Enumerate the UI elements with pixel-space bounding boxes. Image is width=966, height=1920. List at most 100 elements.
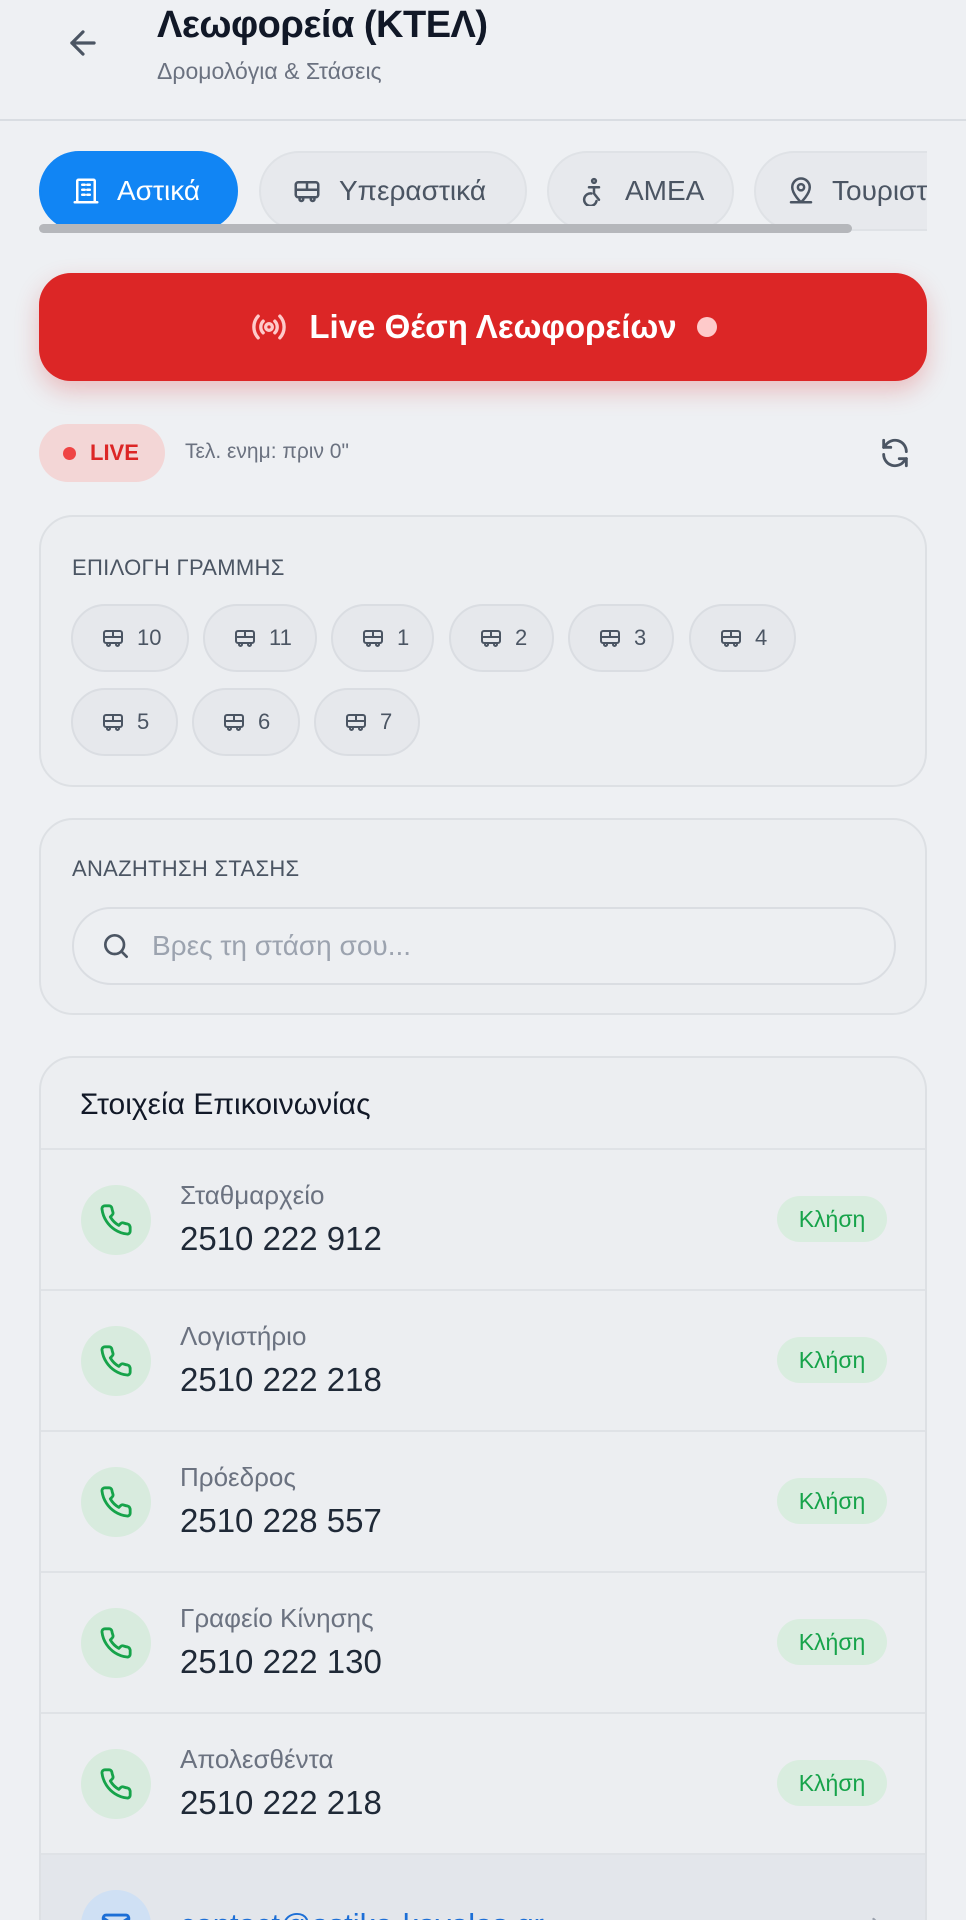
line-selection-label: ΕΠΙΛΟΓΗ ΓΡΑΜΜΗΣ xyxy=(72,555,285,580)
line-chip-1[interactable]: 1 xyxy=(331,604,434,672)
bus-icon xyxy=(103,630,123,647)
call-button[interactable]: Κλήση xyxy=(777,1619,887,1665)
building-icon xyxy=(73,178,99,204)
contact-label: Λογιστήριο xyxy=(180,1321,307,1351)
contact-label: Απολεσθέντα xyxy=(180,1744,334,1774)
page-subtitle: Δρομολόγια & Στάσεις xyxy=(157,58,382,84)
line-number: 7 xyxy=(380,709,393,734)
mail-icon xyxy=(101,1913,131,1920)
tab-yperastika[interactable]: Υπεραστικά xyxy=(259,151,527,231)
phone-icon xyxy=(100,1345,132,1377)
bus-icon xyxy=(294,181,320,203)
contact-label: Σταθμαρχείο xyxy=(180,1180,325,1210)
bus-icon xyxy=(103,714,123,731)
contact-number: 2510 222 912 xyxy=(180,1220,382,1257)
live-dot xyxy=(63,446,76,460)
tab-label: Τουριστ xyxy=(832,175,927,206)
broadcast-icon xyxy=(252,314,287,340)
bus-icon xyxy=(481,630,501,647)
live-button-label: Live Θέση Λεωφορείων xyxy=(309,308,677,345)
call-button[interactable]: Κλήση xyxy=(777,1760,887,1806)
stop-search-input[interactable] xyxy=(152,930,852,962)
line-number: 11 xyxy=(269,625,292,650)
tab-astika[interactable]: Αστικά xyxy=(39,151,238,231)
stop-search-label: ΑΝΑΖΗΤΗΣΗ ΣΤΑΣΗΣ xyxy=(72,856,300,881)
live-badge-label: LIVE xyxy=(90,440,139,465)
contact-label: Γραφείο Κίνησης xyxy=(180,1603,374,1633)
call-button[interactable]: Κλήση xyxy=(777,1337,887,1383)
contact-row: Γραφείο Κίνησης 2510 222 130 Κλήση xyxy=(41,1571,925,1712)
line-chip-5[interactable]: 5 xyxy=(71,688,178,756)
live-bus-location-button[interactable]: Live Θέση Λεωφορείων xyxy=(39,273,927,381)
line-chip-4[interactable]: 4 xyxy=(689,604,796,672)
contact-number: 2510 222 218 xyxy=(180,1784,382,1821)
line-number: 10 xyxy=(137,625,162,650)
contacts-title: Στοιχεία Επικοινωνίας xyxy=(80,1088,371,1121)
line-chip-7[interactable]: 7 xyxy=(314,688,420,756)
tab-label: ΑΜΕΑ xyxy=(625,175,705,206)
email-link[interactable]: contact@astiko-kavalas.gr xyxy=(180,1907,544,1920)
call-button[interactable]: Κλήση xyxy=(777,1478,887,1524)
bus-icon xyxy=(224,714,244,731)
map-pin-icon xyxy=(789,177,813,204)
search-icon xyxy=(104,934,128,958)
refresh-icon xyxy=(882,438,908,468)
bus-icon xyxy=(235,630,255,647)
line-chip-6[interactable]: 6 xyxy=(192,688,300,756)
line-number: 3 xyxy=(634,625,647,650)
phone-icon-circle xyxy=(81,1749,151,1819)
phone-icon xyxy=(100,1627,132,1659)
line-chip-3[interactable]: 3 xyxy=(568,604,674,672)
stop-search-box[interactable] xyxy=(72,907,896,985)
app-header: Λεωφορεία (ΚΤΕΛ) Δρομολόγια & Στάσεις xyxy=(0,0,966,121)
line-number: 2 xyxy=(515,625,528,650)
line-chip-10[interactable]: 10 xyxy=(71,604,189,672)
last-update-text: Τελ. ενημ: πριν 0" xyxy=(185,440,349,463)
refresh-button[interactable] xyxy=(873,431,917,475)
contact-number: 2510 222 130 xyxy=(180,1643,382,1680)
line-number: 4 xyxy=(755,625,768,650)
contact-row: Λογιστήριο 2510 222 218 Κλήση xyxy=(41,1289,925,1430)
contact-number: 2510 228 557 xyxy=(180,1502,382,1539)
line-number: 5 xyxy=(137,709,150,734)
phone-icon-circle xyxy=(81,1185,151,1255)
phone-icon-circle xyxy=(81,1467,151,1537)
bus-icon xyxy=(600,630,620,647)
back-button[interactable] xyxy=(58,18,108,68)
contact-label: Πρόεδρος xyxy=(180,1462,296,1492)
line-selection-card: ΕΠΙΛΟΓΗ ΓΡΑΜΜΗΣ 10 11 1 2 3 4 5 6 7 xyxy=(39,515,927,787)
live-indicator-dot xyxy=(696,317,717,337)
contacts-card: Στοιχεία Επικοινωνίας Σταθμαρχείο 2510 2… xyxy=(39,1056,927,1920)
chevron-right-icon xyxy=(872,1917,877,1920)
tab-label: Υπεραστικά xyxy=(339,175,486,206)
call-button[interactable]: Κλήση xyxy=(777,1196,887,1242)
line-chip-11[interactable]: 11 xyxy=(203,604,317,672)
contact-row: Πρόεδρος 2510 228 557 Κλήση xyxy=(41,1430,925,1571)
bus-icon xyxy=(346,714,366,731)
tab-label: Αστικά xyxy=(117,175,201,206)
bus-icon xyxy=(363,630,383,647)
phone-icon-circle xyxy=(81,1326,151,1396)
stop-search-card: ΑΝΑΖΗΤΗΣΗ ΣΤΑΣΗΣ xyxy=(39,818,927,1015)
bus-icon xyxy=(721,630,741,647)
page-title: Λεωφορεία (ΚΤΕΛ) xyxy=(157,4,488,46)
live-status-badge: LIVE xyxy=(39,424,165,482)
line-number: 6 xyxy=(258,709,271,734)
arrow-left-icon xyxy=(70,30,96,56)
contact-number: 2510 222 218 xyxy=(180,1361,382,1398)
phone-icon-circle xyxy=(81,1608,151,1678)
phone-icon xyxy=(100,1204,132,1236)
tab-amea[interactable]: ΑΜΕΑ xyxy=(547,151,734,231)
contact-row: Απολεσθέντα 2510 222 218 Κλήση xyxy=(41,1712,925,1853)
email-row[interactable]: contact@astiko-kavalas.gr xyxy=(41,1853,925,1920)
mail-icon-circle xyxy=(81,1890,151,1920)
phone-icon xyxy=(100,1768,132,1800)
accessibility-icon xyxy=(582,177,601,206)
tabs-scrollbar[interactable] xyxy=(39,224,852,233)
line-number: 1 xyxy=(397,625,410,650)
contact-row: Σταθμαρχείο 2510 222 912 Κλήση xyxy=(41,1148,925,1289)
tab-touristika[interactable]: Τουριστ xyxy=(754,151,927,231)
phone-icon xyxy=(100,1486,132,1518)
line-chip-2[interactable]: 2 xyxy=(449,604,554,672)
category-tabs: Αστικά Υπεραστικά ΑΜΕΑ Τουριστ xyxy=(39,151,927,233)
